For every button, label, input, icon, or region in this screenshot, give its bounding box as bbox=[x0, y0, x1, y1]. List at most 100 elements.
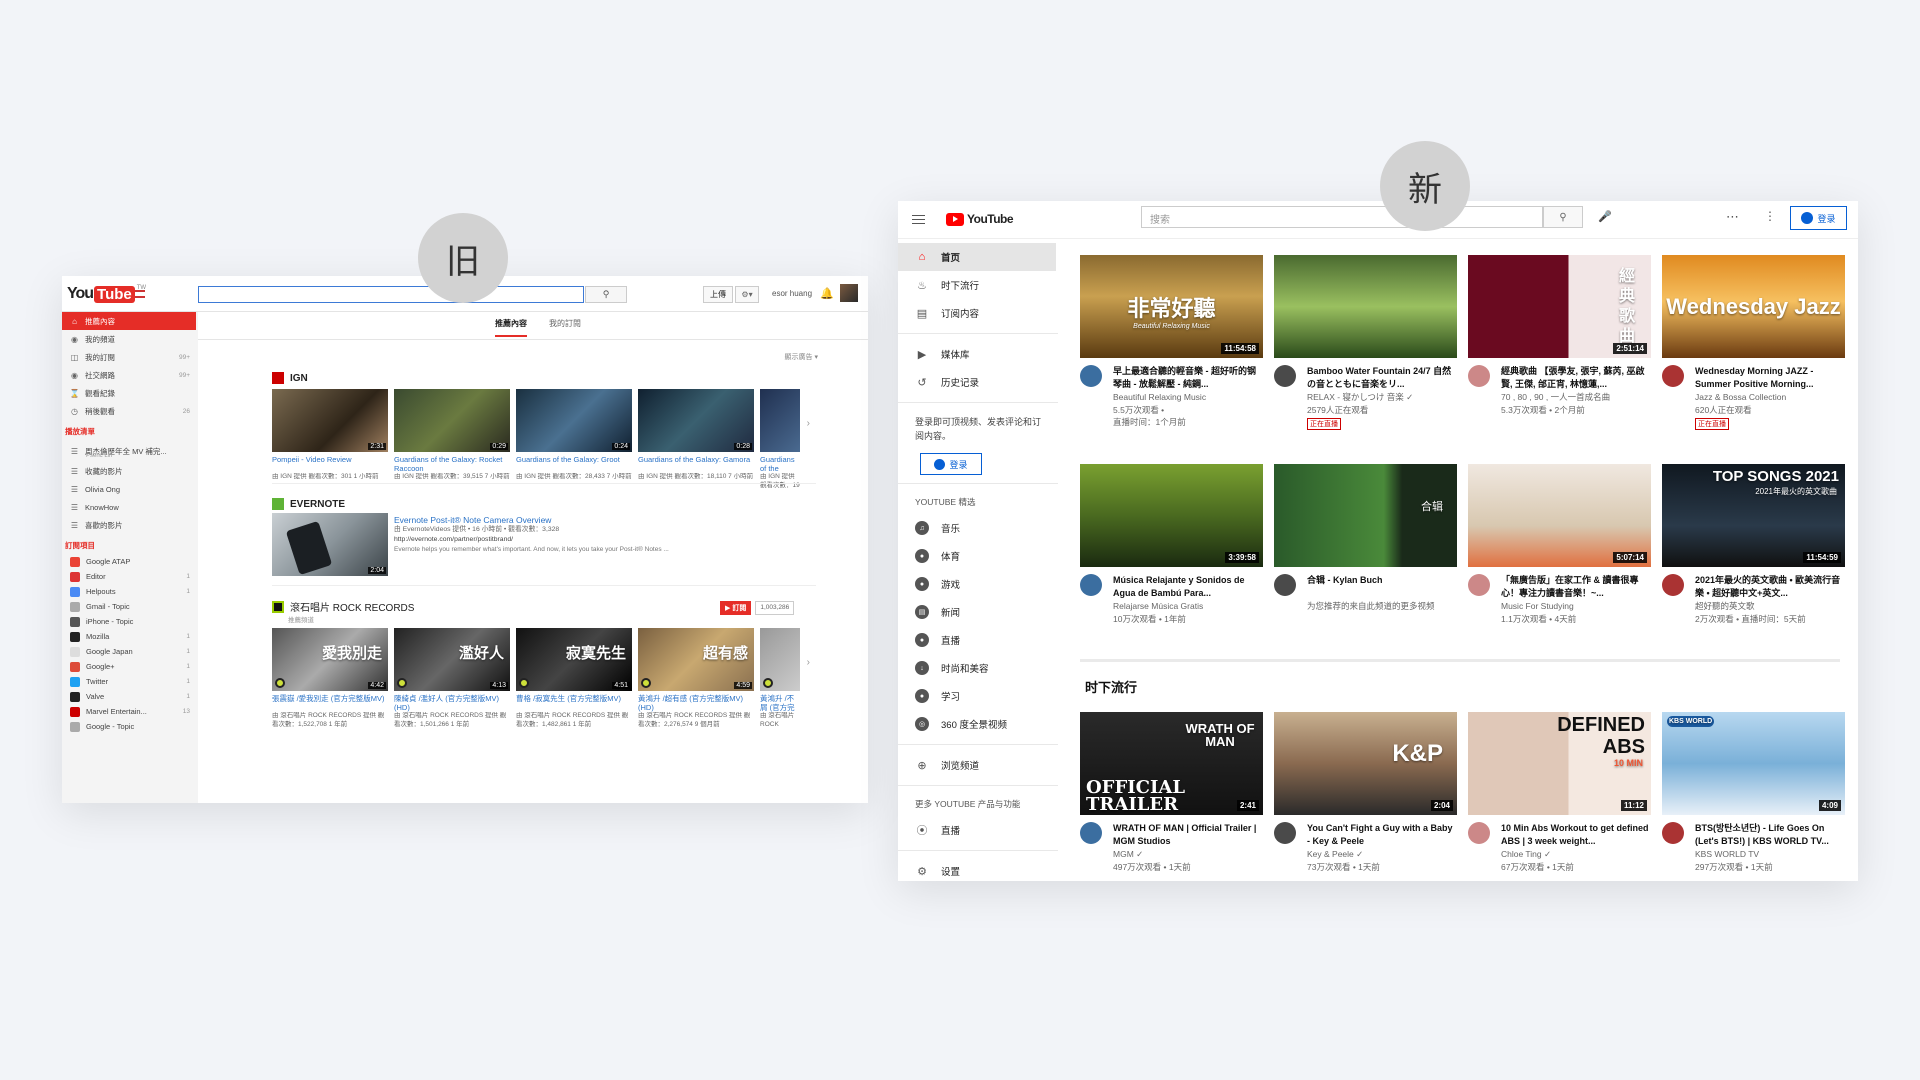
login-button[interactable]: 登录 bbox=[1790, 206, 1847, 230]
subscription-item[interactable]: Google - Topic bbox=[62, 719, 198, 734]
sidebar-item[interactable]: ◉ 我的頻道 bbox=[62, 330, 198, 348]
video-card[interactable]: OFFICIAL TRAILER WRATH OF MAN 2:41 WRATH OF… bbox=[1080, 712, 1263, 873]
video-title[interactable]: Música Relajante y Sonidos de Agua de Ba… bbox=[1113, 574, 1263, 600]
video-thumbnail[interactable] bbox=[1274, 255, 1457, 358]
video-thumbnail[interactable]: 2:31 bbox=[272, 389, 388, 452]
old-search-button[interactable]: ⚲ bbox=[585, 286, 627, 303]
sidebar-item-home[interactable]: ⌂ 首页 bbox=[898, 243, 1056, 271]
hamburger-menu-icon[interactable] bbox=[912, 215, 925, 224]
video-thumbnail[interactable] bbox=[760, 389, 800, 452]
subscribe-button[interactable]: ▶ 訂閱 bbox=[720, 601, 752, 615]
search-input[interactable]: 搜索 bbox=[1141, 206, 1543, 228]
video-thumbnail[interactable]: 5:07:14 bbox=[1468, 464, 1651, 567]
channel-name[interactable]: 超好聽的英文歌 bbox=[1695, 600, 1845, 613]
sidebar-item-lib[interactable]: ▶ 媒体库 bbox=[898, 340, 1058, 368]
sidebar-item-best[interactable]: ● 游戏 bbox=[898, 570, 1058, 598]
video-thumbnail[interactable]: 0:24 bbox=[516, 389, 632, 452]
video-thumbnail[interactable]: OFFICIAL TRAILER WRATH OF MAN 2:41 bbox=[1080, 712, 1263, 815]
channel-avatar[interactable] bbox=[1274, 574, 1296, 596]
video-card[interactable]: 超有感 4:59 黃鴻升 /超有感 (官方完整版MV)(HD) 由 滾石唱片 ROCK… bbox=[638, 628, 754, 729]
video-card[interactable]: Wednesday Jazz Wednesday Morning JAZZ - S… bbox=[1662, 255, 1845, 430]
video-thumbnail[interactable]: 3:39:58 bbox=[1080, 464, 1263, 567]
avatar[interactable] bbox=[840, 284, 858, 302]
video-thumbnail[interactable]: K&P 2:04 bbox=[1274, 712, 1457, 815]
playlist-item[interactable]: ☰ 收藏的影片 bbox=[62, 462, 198, 480]
rock-section-header[interactable]: 滾石唱片 ROCK RECORDS bbox=[272, 599, 414, 614]
evernote-section-header[interactable]: EVERNOTE bbox=[272, 498, 345, 510]
channel-avatar[interactable] bbox=[1080, 822, 1102, 844]
video-title[interactable]: Guardians of the Galaxy: Gamora bbox=[638, 455, 754, 473]
subscription-item[interactable]: Gmail - Topic bbox=[62, 599, 198, 614]
video-title[interactable]: Pompeii - Video Review bbox=[272, 455, 388, 473]
sidebar-item-best[interactable]: ◎ 360 度全景视频 bbox=[898, 710, 1058, 738]
video-thumbnail[interactable]: 非常好聽 Beautiful Relaxing Music 11:54:58 bbox=[1080, 255, 1263, 358]
channel-name[interactable]: Relajarse Música Gratis bbox=[1113, 600, 1263, 613]
sidebar-item[interactable]: ⌛ 觀看紀錄 bbox=[62, 384, 198, 402]
video-card[interactable]: 寂寞先生 4:51 曹格 /寂寞先生 (官方完整版MV) 由 滾石唱片 ROCK RE… bbox=[516, 628, 632, 729]
guide-menu-icon[interactable] bbox=[135, 290, 145, 298]
video-title[interactable]: 2021年最火的英文歌曲 • 歐美流行音樂 • 超好聽中文+英文... bbox=[1695, 574, 1845, 600]
video-thumbnail[interactable]: 0:28 bbox=[638, 389, 754, 452]
playlist-item[interactable]: ☰ 周杰倫歷年全 MV 補完... Psenc Lin bbox=[62, 440, 198, 462]
channel-avatar[interactable] bbox=[1662, 574, 1684, 596]
video-card[interactable]: 黃鴻升 /不屑 (官方完整版MV)由 滾石唱片 ROCK RECORDS 提供 bbox=[760, 628, 800, 729]
sidebar-item-fire[interactable]: ♨ 时下流行 bbox=[898, 271, 1058, 299]
video-card[interactable]: K&P 2:04 You Can't Fight a Guy with a Baby… bbox=[1274, 712, 1457, 873]
microphone-icon[interactable]: 🎤 bbox=[1598, 210, 1612, 223]
sidebar-item-best[interactable]: ▤ 新闻 bbox=[898, 598, 1058, 626]
playlist-item[interactable]: ☰ Olivia Ong bbox=[62, 480, 198, 498]
video-thumbnail[interactable]: Wednesday Jazz bbox=[1662, 255, 1845, 358]
channel-name[interactable]: KBS WORLD TV bbox=[1695, 848, 1845, 861]
video-card[interactable]: 經典歌曲 2:51:14 經典歌曲 【張學友, 張宇, 蘇芮, 巫啟賢, 王傑, 邰… bbox=[1468, 255, 1651, 430]
subscription-item[interactable]: Google ATAP bbox=[62, 554, 198, 569]
video-card[interactable]: TOP SONGS 2021 2021年最火的英文歌曲 11:54:59 2021年最… bbox=[1662, 464, 1845, 625]
video-card[interactable]: 非常好聽 Beautiful Relaxing Music 11:54:58 早上最適… bbox=[1080, 255, 1263, 430]
video-title[interactable]: 黃鴻升 /不屑 (官方完整版MV) bbox=[760, 694, 800, 712]
video-title[interactable]: 經典歌曲 【張學友, 張宇, 蘇芮, 巫啟賢, 王傑, 邰正宵, 林憶蓮,... bbox=[1501, 365, 1651, 391]
video-card[interactable]: 合辑 合辑 - Kylan Buch 为您推荐的来自此频道的更多视频 bbox=[1274, 464, 1457, 625]
tab-subscriptions[interactable]: 我的訂閱 bbox=[549, 318, 581, 337]
video-thumbnail[interactable]: TOP SONGS 2021 2021年最火的英文歌曲 11:54:59 bbox=[1662, 464, 1845, 567]
chevron-right-icon[interactable]: › bbox=[807, 657, 810, 668]
subscription-item[interactable]: Twitter 1 bbox=[62, 674, 198, 689]
tab-recommended[interactable]: 推薦內容 bbox=[495, 318, 527, 337]
video-card[interactable]: 2:31 Pompeii - Video Review 由 IGN 提供 觀看次數：… bbox=[272, 389, 388, 490]
sidebar-item-best[interactable]: ● 学习 bbox=[898, 682, 1058, 710]
video-card[interactable]: 愛我別走 4:42 張震嶽 /愛我別走 (官方完整版MV) 由 滾石唱片 ROCK R… bbox=[272, 628, 388, 729]
video-title[interactable]: 合辑 - Kylan Buch bbox=[1307, 574, 1457, 600]
show-ads-link[interactable]: 顯示廣告 ▾ bbox=[785, 352, 818, 362]
video-title[interactable]: 陳綺貞 /濫好人 (官方完整版MV)(HD) bbox=[394, 694, 510, 712]
video-card[interactable]: 0:29 Guardians of the Galaxy: Rocket Racc… bbox=[394, 389, 510, 490]
channel-avatar[interactable] bbox=[1274, 822, 1296, 844]
sidebar-item-best[interactable]: ● 直播 bbox=[898, 626, 1058, 654]
channel-avatar[interactable] bbox=[1468, 365, 1490, 387]
video-thumbnail[interactable]: 合辑 bbox=[1274, 464, 1457, 567]
video-title[interactable]: Wednesday Morning JAZZ - Summer Positive… bbox=[1695, 365, 1845, 391]
channel-name[interactable]: MGM ✓ bbox=[1113, 848, 1263, 861]
video-title[interactable]: 曹格 /寂寞先生 (官方完整版MV) bbox=[516, 694, 632, 712]
video-thumbnail[interactable]: 超有感 4:59 bbox=[638, 628, 754, 691]
subscription-item[interactable]: Mozilla 1 bbox=[62, 629, 198, 644]
evernote-video-title[interactable]: Evernote Post-it® Note Camera Overview bbox=[394, 515, 734, 525]
video-card[interactable]: DEFINED ABS 10 MIN 11:12 10 Min Abs Workout… bbox=[1468, 712, 1651, 873]
subscription-item[interactable]: Valve 1 bbox=[62, 689, 198, 704]
channel-name[interactable]: 70 , 80 , 90 , 一人一首成名曲 bbox=[1501, 391, 1651, 404]
ign-section-header[interactable]: IGN bbox=[272, 372, 308, 384]
evernote-thumbnail[interactable]: 2:04 bbox=[272, 513, 388, 576]
sidebar-item-live[interactable]: ⦿ 直播 bbox=[898, 816, 1058, 844]
video-card[interactable]: Bamboo Water Fountain 24/7 自然の音とともに音楽をリ.… bbox=[1274, 255, 1457, 430]
sidebar-item-subs[interactable]: ▤ 订阅内容 bbox=[898, 299, 1058, 327]
bell-icon[interactable]: 🔔 bbox=[820, 287, 834, 300]
upload-button[interactable]: 上傳 bbox=[703, 286, 733, 303]
sidebar-item-browse-channels[interactable]: ⊕ 浏览频道 bbox=[898, 751, 1058, 779]
channel-name[interactable]: Music For Studying bbox=[1501, 600, 1651, 613]
chevron-right-icon[interactable]: › bbox=[807, 418, 810, 429]
channel-avatar[interactable] bbox=[1468, 574, 1490, 596]
sidebar-item[interactable]: ◫ 我的訂閱 99+ bbox=[62, 348, 198, 366]
channel-avatar[interactable] bbox=[1662, 365, 1684, 387]
sidebar-item[interactable]: ◷ 稍後觀看 26 bbox=[62, 402, 198, 420]
channel-name[interactable]: Chloe Ting ✓ bbox=[1501, 848, 1651, 861]
sidebar-item[interactable]: ⌂ 推薦內容 bbox=[62, 312, 196, 330]
video-thumbnail[interactable] bbox=[760, 628, 800, 691]
video-thumbnail[interactable]: KBS WORLD 4:09 bbox=[1662, 712, 1845, 815]
